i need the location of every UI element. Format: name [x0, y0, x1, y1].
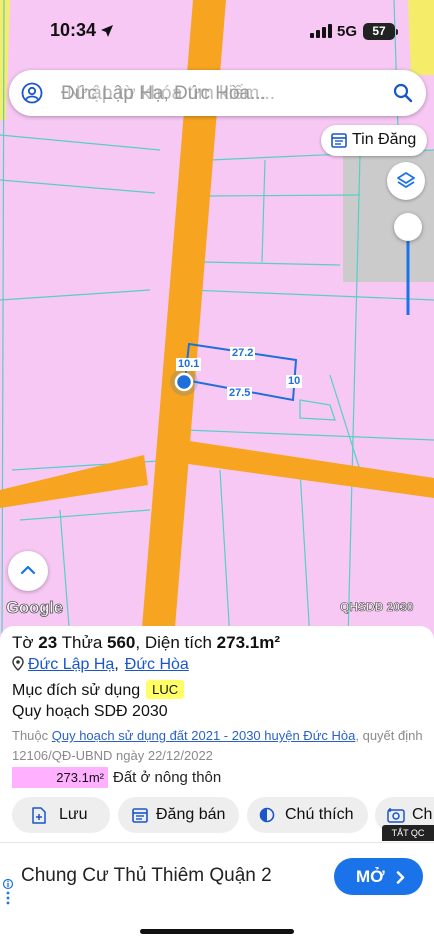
land-purpose-row: Mục đích sử dụng LUC: [12, 680, 185, 700]
save-label: Lưu: [59, 806, 88, 823]
status-bar: 10:34 5G 57: [0, 0, 434, 62]
home-indicator: [140, 929, 294, 934]
zone-label: Đất ở nông thôn: [113, 769, 222, 786]
purpose-label: Mục đích sử dụng: [12, 682, 141, 699]
ad-info-icon[interactable]: [2, 878, 14, 906]
search-input[interactable]: Đức Lập Hạ, Đức Hòa...: [61, 83, 266, 105]
legend-label: Chú thích: [285, 806, 354, 823]
camera-icon: [387, 808, 405, 823]
measure-top: 27.2: [230, 347, 256, 360]
plan-source-link[interactable]: Quy hoạch sử dụng đất 2021 - 2030 huyện …: [52, 728, 356, 743]
parcel-info-sheet: Tờ 23 Thửa 560, Diện tích 273.1m² Đức Lậ…: [0, 626, 434, 943]
commune-link[interactable]: Đức Lập Hạ: [28, 656, 114, 673]
map-layer-label: QHSDĐ 2030: [340, 600, 414, 615]
area-value: 273.1m²: [216, 633, 280, 652]
plan-source: Thuộc Quy hoạch sử dụng đất 2021 - 2030 …: [12, 726, 426, 766]
parcel-location: Đức Lập Hạ, Đức Hòa: [12, 656, 189, 674]
measure-left: 10.1: [176, 358, 202, 371]
search-bar[interactable]: Nhập từ khóa tìm kiếm... Đức Lập Hạ, Đức…: [9, 70, 426, 116]
ad-open-button[interactable]: MỞ: [334, 858, 423, 895]
location-arrow-icon: [101, 25, 113, 37]
google-logo: Google: [6, 598, 64, 618]
zone-area-swatch: 273.1m²: [12, 767, 108, 788]
ad-banner[interactable]: Chung Cư Thủ Thiêm Quận 2 MỞ: [0, 842, 434, 909]
tin-dang-label: Tin Đăng: [352, 131, 417, 148]
opacity-slider-handle[interactable]: [394, 213, 422, 241]
measure-bottom: 27.5: [227, 387, 253, 400]
save-button[interactable]: Lưu: [12, 797, 110, 833]
parcel-title: Tờ 23 Thửa 560, Diện tích 273.1m²: [12, 633, 280, 653]
battery-icon: 57: [363, 23, 395, 40]
listing-icon: [132, 808, 148, 823]
post-sale-button[interactable]: Đăng bán: [118, 797, 239, 833]
save-file-icon: [32, 807, 46, 824]
sheet-label: Tờ: [12, 633, 39, 652]
battery-tip: [396, 29, 398, 35]
plot-label: Thửa: [57, 633, 108, 652]
close-ads-button[interactable]: TẮT QC: [382, 825, 434, 841]
signal-icon: [310, 24, 332, 38]
legend-button[interactable]: Chú thích: [247, 797, 368, 833]
chevron-up-icon: [20, 565, 36, 575]
ad-open-label: MỞ: [356, 867, 385, 886]
layers-button[interactable]: [387, 162, 425, 200]
listing-icon: [331, 133, 347, 148]
layers-icon: [397, 172, 415, 188]
photo-label: Ch: [412, 806, 433, 823]
plot-number: 560: [107, 633, 136, 652]
zone-legend-row: 273.1m² Đất ở nông thôn: [12, 767, 221, 789]
search-icon[interactable]: [393, 83, 413, 103]
post-sale-label: Đăng bán: [156, 806, 226, 823]
ad-title: Chung Cư Thủ Thiêm Quận 2: [21, 865, 272, 886]
measure-right: 10: [286, 375, 303, 388]
account-icon[interactable]: [21, 82, 43, 104]
area-label: , Diện tích: [135, 633, 217, 652]
purpose-badge: LUC: [146, 680, 185, 699]
chevron-right-icon: [396, 871, 405, 884]
expand-sheet-button[interactable]: [8, 551, 48, 591]
contrast-icon: [259, 807, 275, 823]
pin-icon: [12, 656, 24, 671]
tin-dang-button[interactable]: Tin Đăng: [321, 125, 427, 156]
network-type: 5G: [337, 23, 358, 40]
sheet-number: 23: [38, 633, 58, 652]
plan-title: Quy hoạch SDĐ 2030: [12, 703, 168, 720]
plan-source-prefix: Thuộc: [12, 728, 52, 743]
status-time: 10:34: [50, 20, 97, 40]
district-link[interactable]: Đức Hòa: [125, 656, 189, 673]
